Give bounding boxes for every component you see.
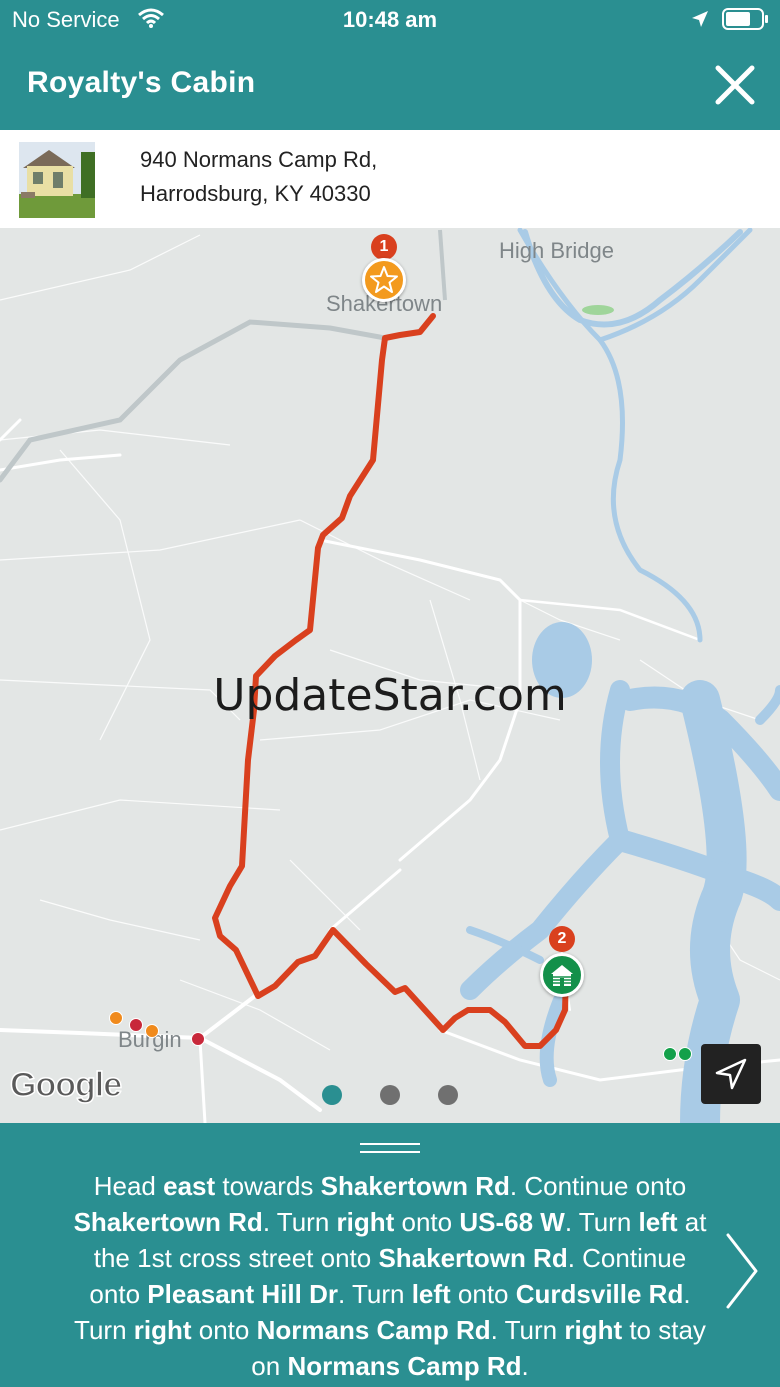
- cabin-icon: [551, 965, 573, 986]
- map-label-high-bridge: High Bridge: [499, 238, 614, 263]
- battery-icon: [722, 8, 768, 30]
- directions-segment: . Turn: [564, 1207, 639, 1237]
- star-icon: [370, 266, 398, 293]
- page-title: Royalty's Cabin: [27, 66, 256, 99]
- directions-emphasis: Normans Camp Rd: [287, 1351, 522, 1381]
- poi-dot[interactable]: [109, 1011, 123, 1025]
- poi-dot[interactable]: [678, 1047, 692, 1061]
- directions-emphasis: Pleasant Hill Dr: [147, 1279, 338, 1309]
- directions-text: Head east towards Shakertown Rd. Continu…: [70, 1168, 710, 1384]
- directions-emphasis: Shakertown Rd: [73, 1207, 263, 1237]
- directions-emphasis: right: [336, 1207, 395, 1237]
- clock-time: 10:48 am: [342, 7, 438, 32]
- page-dot-1[interactable]: [322, 1085, 342, 1105]
- directions-segment: onto: [191, 1315, 257, 1345]
- directions-emphasis: Curdsville Rd: [515, 1279, 684, 1309]
- directions-emphasis: right: [564, 1315, 623, 1345]
- route-map[interactable]: High Bridge Shakertown Burgin 1 2 Update…: [0, 228, 780, 1123]
- start-marker-number: 1: [371, 234, 397, 260]
- navigation-arrow-icon: [715, 1058, 747, 1090]
- end-marker[interactable]: [540, 953, 584, 997]
- poi-dot[interactable]: [191, 1032, 205, 1046]
- start-marker[interactable]: [362, 258, 406, 302]
- directions-segment: . Turn: [262, 1207, 337, 1237]
- poi-dot[interactable]: [663, 1047, 677, 1061]
- header-bar: Royalty's Cabin: [0, 40, 780, 130]
- directions-emphasis: left: [411, 1279, 451, 1309]
- directions-emphasis: Normans Camp Rd: [256, 1315, 491, 1345]
- directions-panel: Head east towards Shakertown Rd. Continu…: [0, 1123, 780, 1387]
- directions-emphasis: east: [163, 1171, 216, 1201]
- directions-emphasis: Shakertown Rd: [320, 1171, 510, 1201]
- directions-emphasis: right: [133, 1315, 192, 1345]
- directions-segment: onto: [450, 1279, 516, 1309]
- location-arrow-icon: [692, 11, 708, 27]
- close-icon[interactable]: [712, 62, 758, 108]
- poi-dot[interactable]: [129, 1018, 143, 1032]
- directions-segment: Head: [93, 1171, 164, 1201]
- address-line-1: 940 Normans Camp Rd,: [140, 147, 378, 172]
- directions-segment: . Turn: [490, 1315, 565, 1345]
- cabin-photo-thumbnail: [19, 142, 95, 218]
- page-dot-3[interactable]: [438, 1085, 458, 1105]
- directions-emphasis: left: [638, 1207, 678, 1237]
- directions-segment: . Turn: [337, 1279, 412, 1309]
- directions-segment: .: [521, 1351, 529, 1381]
- directions-segment: towards: [215, 1171, 321, 1201]
- watermark-text: UpdateStar.com: [213, 670, 567, 721]
- directions-segment: . Continue onto: [509, 1171, 687, 1201]
- address-line-2: Harrodsburg, KY 40330: [140, 181, 371, 206]
- drag-handle[interactable]: [360, 1143, 420, 1157]
- chevron-right-icon[interactable]: [722, 1231, 762, 1311]
- google-attribution: Google: [9, 1065, 123, 1105]
- end-marker-number: 2: [549, 926, 575, 952]
- directions-emphasis: Shakertown Rd: [378, 1243, 568, 1273]
- page-dot-2[interactable]: [380, 1085, 400, 1105]
- app-screen: No Service 10:48 am Royalty's Cabin 940 …: [0, 0, 780, 1387]
- address-card[interactable]: 940 Normans Camp Rd, Harrodsburg, KY 403…: [0, 130, 780, 228]
- directions-segment: onto: [394, 1207, 460, 1237]
- navigate-button[interactable]: [701, 1044, 761, 1104]
- directions-emphasis: US-68 W: [459, 1207, 565, 1237]
- status-bar: No Service 10:48 am: [0, 0, 780, 40]
- poi-dot[interactable]: [145, 1024, 159, 1038]
